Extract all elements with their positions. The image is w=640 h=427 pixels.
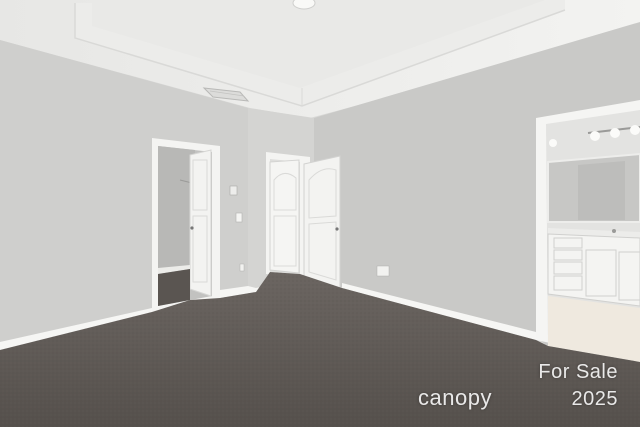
outlet-left: [239, 263, 245, 272]
bedroom-photo: [0, 0, 640, 427]
light-switch: [235, 212, 243, 223]
hall-door-inner: [269, 159, 300, 274]
ceiling-light: [292, 0, 316, 10]
vanity-cabinet: [547, 228, 640, 307]
bathroom-mirror: [547, 152, 640, 223]
thermostat: [229, 185, 238, 196]
hall-door-open: [303, 155, 341, 290]
closet-carpet: [158, 269, 190, 306]
closet-door: [189, 149, 212, 297]
outlet-right: [376, 265, 390, 277]
